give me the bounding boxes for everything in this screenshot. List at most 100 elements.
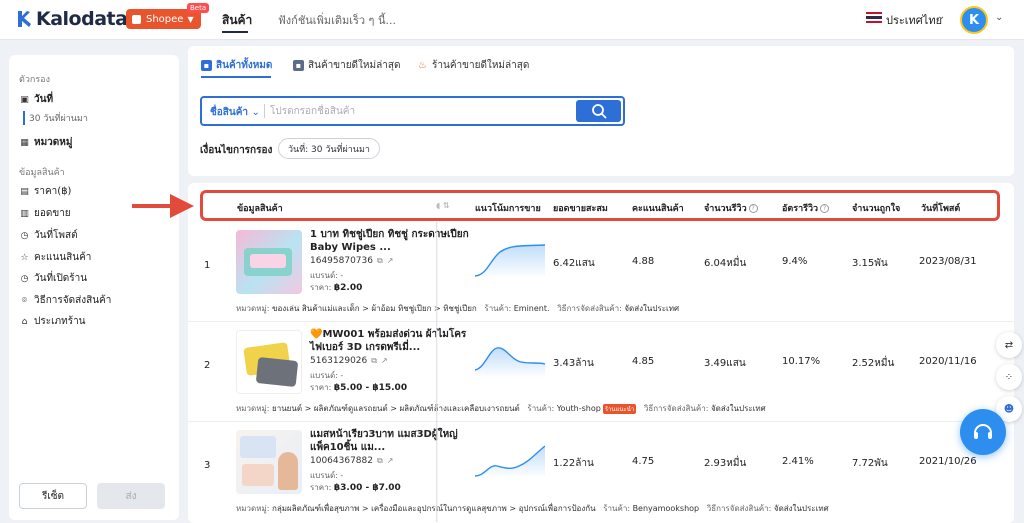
reset-button[interactable]: รีเซ็ต bbox=[19, 483, 87, 509]
product-name[interactable]: 🧡MW001 พร้อมส่งด่วน ผ้าไมโครไฟเบอร์ 3D เ… bbox=[310, 328, 498, 354]
copy-icon[interactable]: ⧉ bbox=[377, 456, 383, 465]
search-panel: ▪ สินค้าทั้งหมด ▪ สินค้าขายดีใหม่ล่าสุด … bbox=[188, 46, 1014, 176]
external-link-icon[interactable]: ↗ bbox=[387, 456, 394, 465]
copy-icon[interactable]: ⧉ bbox=[371, 356, 377, 365]
shop-name[interactable]: Youth-shop bbox=[557, 404, 601, 413]
search-field-selector[interactable]: ชื่อสินค้า ⌄ bbox=[210, 105, 260, 120]
product-id: 5163129026 ⧉ ↗ bbox=[310, 356, 388, 366]
shipping-prefix: วิธีการจัดส่งสินค้า: bbox=[643, 404, 711, 413]
table-row[interactable]: 3 แมสหน้าเรียว3บาท แมส3Dผู้ใหญ่ แพ็ค10ชิ… bbox=[188, 422, 1014, 522]
external-link-icon[interactable]: ↗ bbox=[381, 356, 388, 365]
search-input[interactable] bbox=[270, 102, 570, 120]
annotation-arrow-head bbox=[170, 194, 194, 218]
chevron-down-icon[interactable]: ⌄ bbox=[995, 12, 1003, 23]
product-name[interactable]: แมสหน้าเรียว3บาท แมส3Dผู้ใหญ่ แพ็ค10ชิ้น… bbox=[310, 428, 498, 454]
category-prefix: หมวดหมู่: bbox=[236, 304, 273, 313]
filter-category[interactable]: ▦ หมวดหมู่ bbox=[19, 135, 72, 150]
clock-icon: ◷ bbox=[20, 230, 29, 241]
likes: 2.52หมื่น bbox=[852, 358, 895, 369]
copy-icon[interactable]: ⧉ bbox=[377, 256, 383, 265]
product-thumbnail[interactable] bbox=[236, 330, 302, 394]
tab-new-bestsellers[interactable]: ▪ สินค้าขายดีใหม่ล่าสุด bbox=[293, 58, 400, 73]
sidebar-item-label: วิธีการจัดส่งสินค้า bbox=[34, 295, 112, 306]
product-id: 10064367882 ⧉ ↗ bbox=[310, 456, 393, 466]
tab-all-products[interactable]: ▪ สินค้าทั้งหมด bbox=[201, 58, 272, 73]
review-rate: 10.17% bbox=[782, 356, 821, 367]
filters-title: ตัวกรอง bbox=[19, 75, 50, 85]
product-thumbnail[interactable] bbox=[236, 230, 302, 294]
sidebar-item-label: ยอดขาย bbox=[34, 208, 71, 219]
shop-name[interactable]: Eminent. bbox=[514, 304, 550, 313]
rating: 4.75 bbox=[632, 456, 655, 467]
sidebar-item-shipping[interactable]: ⌾ วิธีการจัดส่งสินค้า bbox=[19, 293, 112, 308]
external-link-icon[interactable]: ↗ bbox=[387, 256, 394, 265]
sidebar-item-label: วันที่โพสต์ bbox=[34, 230, 78, 241]
shop-prefix: ร้านค้า: bbox=[527, 404, 557, 413]
reviews: 2.93หมื่น bbox=[704, 458, 747, 469]
price-value: ฿3.00 - ฿7.00 bbox=[333, 483, 401, 493]
sidebar-item-shop-open-date[interactable]: ◷ วันที่เปิดร้าน bbox=[19, 271, 88, 286]
sidebar-item-label: ประเภทร้าน bbox=[34, 316, 86, 327]
price-prefix: ราคา: bbox=[310, 483, 334, 492]
sidebar-item-rating[interactable]: ☆ คะแนนสินค้า bbox=[19, 250, 91, 265]
product-price: ราคา: ฿5.00 - ฿15.00 bbox=[310, 381, 407, 394]
tab-new-best-shops[interactable]: ♨ ร้านค้าขายดีใหม่ล่าสุด bbox=[417, 58, 529, 73]
translate-icon[interactable]: ⇄ bbox=[996, 332, 1022, 358]
rank: 1 bbox=[204, 260, 211, 271]
submit-button[interactable]: ส่ง bbox=[97, 483, 165, 509]
price-prefix: ราคา: bbox=[310, 283, 334, 292]
post-date: 2023/08/31 bbox=[919, 256, 977, 267]
shipping-prefix: วิธีการจัดส่งสินค้า: bbox=[557, 304, 625, 313]
clock-icon: ◷ bbox=[20, 273, 29, 284]
nav-products[interactable]: สินค้า bbox=[222, 11, 252, 30]
avatar[interactable]: K bbox=[960, 6, 988, 34]
fire-icon: ♨ bbox=[418, 60, 427, 71]
new-icon: ▪ bbox=[293, 60, 304, 71]
product-thumbnail[interactable] bbox=[236, 430, 302, 494]
rating: 4.85 bbox=[632, 356, 655, 367]
thailand-flag-icon[interactable] bbox=[866, 12, 882, 23]
total-sales: 3.43ล้าน bbox=[553, 358, 594, 369]
grid-icon: ▪ bbox=[201, 60, 212, 71]
product-price: ราคา: ฿3.00 - ฿7.00 bbox=[310, 481, 401, 494]
category-grid-icon: ▦ bbox=[20, 137, 29, 148]
product-id-value: 5163129026 bbox=[310, 356, 368, 366]
tab-label: สินค้าขายดีใหม่ล่าสุด bbox=[308, 60, 401, 71]
sidebar-item-sales[interactable]: ▥ ยอดขาย bbox=[19, 206, 71, 221]
sidebar-item-shop-type[interactable]: ⌂ ประเภทร้าน bbox=[19, 314, 86, 329]
filter-chip-date[interactable]: วันที่: 30 วันที่ผ่านมา bbox=[278, 138, 380, 159]
date-label: วันที่ bbox=[34, 94, 54, 105]
price-icon: ▤ bbox=[20, 186, 29, 197]
search-button[interactable] bbox=[576, 100, 621, 122]
filter-date[interactable]: ▣ วันที่ bbox=[19, 92, 53, 107]
sidebar-item-post-date[interactable]: ◷ วันที่โพสต์ bbox=[19, 228, 78, 243]
product-meta: หมวดหมู่: ของเล่น สินค้าแม่และเด็ก > ผ้า… bbox=[236, 302, 679, 315]
product-id-value: 10064367882 bbox=[310, 456, 373, 466]
logo[interactable]: Kalodata bbox=[16, 8, 128, 30]
kalodata-logo-icon bbox=[18, 11, 31, 27]
sidebar-item-price[interactable]: ▤ ราคา(฿) bbox=[19, 184, 71, 199]
apps-grid-icon[interactable]: ⁘ bbox=[996, 364, 1022, 390]
date-value[interactable]: 30 วันที่ผ่านมา bbox=[23, 111, 88, 125]
category-prefix: หมวดหมู่: bbox=[236, 404, 273, 413]
category-path: ของเล่น สินค้าแม่และเด็ก > ผ้าอ้อม ทิชชู… bbox=[272, 304, 477, 313]
shop-name[interactable]: Benyamookshop bbox=[633, 504, 700, 513]
shipping-value: จัดส่งในประเทศ bbox=[773, 504, 829, 513]
recommended-shop-badge: ร้านแนะนำ bbox=[602, 403, 637, 414]
sidebar-item-label: คะแนนสินค้า bbox=[34, 252, 92, 263]
product-meta: หมวดหมู่: กลุ่มผลิตภัณฑ์เพื่อสุขภาพ > เค… bbox=[236, 502, 829, 515]
shop-prefix: ร้านค้า: bbox=[484, 304, 514, 313]
product-name[interactable]: 1 บาท ทิชชู่เปียก ทิชชู่ กระดาษเปียก Bab… bbox=[310, 228, 498, 254]
filter-conditions-label: เงื่อนไขการกรอง bbox=[200, 145, 273, 156]
product-info-title: ข้อมูลสินค้า bbox=[19, 168, 65, 178]
shipping-value: จัดส่งในประเทศ bbox=[710, 404, 766, 413]
table-row[interactable]: 1 1 บาท ทิชชู่เปียก ทิชชู่ กระดาษเปียก B… bbox=[188, 222, 1014, 322]
customer-support-button[interactable] bbox=[960, 409, 1006, 455]
country-selector[interactable]: ประเทศไทย bbox=[886, 11, 942, 29]
shop-prefix: ร้านค้า: bbox=[603, 504, 633, 513]
table-row[interactable]: 2 🧡MW001 พร้อมส่งด่วน ผ้าไมโครไฟเบอร์ 3D… bbox=[188, 322, 1014, 422]
reviews: 6.04หมื่น bbox=[704, 258, 747, 269]
search-field-label: ชื่อสินค้า bbox=[210, 107, 249, 118]
chevron-down-icon[interactable]: ⌄ bbox=[937, 11, 945, 22]
product-meta: หมวดหมู่: ยานยนต์ > ผลิตภัณฑ์ดูแลรถยนต์ … bbox=[236, 402, 766, 415]
